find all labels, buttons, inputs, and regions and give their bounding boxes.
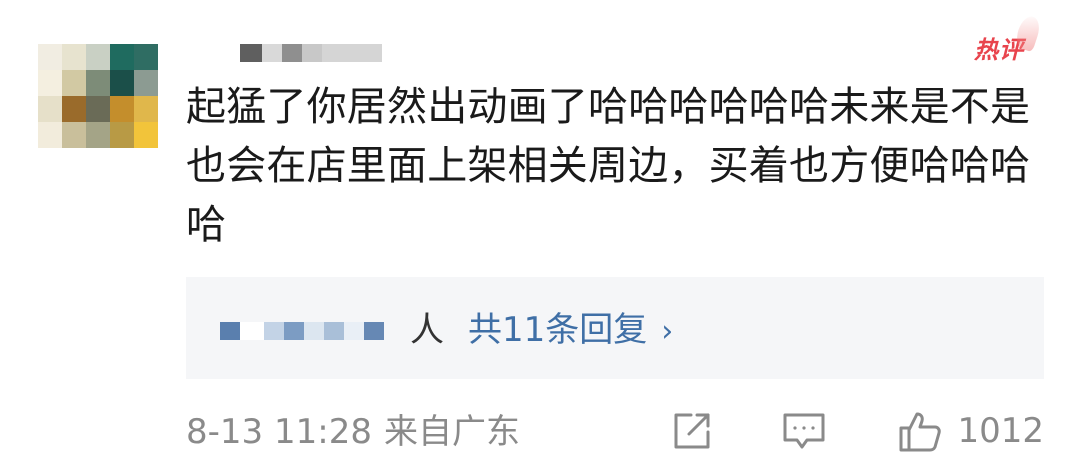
thumbs-up-icon [897, 408, 943, 454]
hot-badge: 热评 [974, 13, 1043, 65]
chevron-right-icon: › [661, 314, 674, 349]
comment-source: 来自广东 [383, 412, 520, 452]
comment-meta: 8-13 11:28 来自广东 [186, 410, 520, 454]
comment-card: 热评 起猛了你居然出动画了哈哈哈哈哈哈未来是不是也会在店里面上架相关周边，买着也… [0, 0, 1080, 462]
reply-users-suffix: 人 [410, 310, 444, 350]
share-button[interactable] [671, 410, 713, 452]
username[interactable] [240, 44, 382, 62]
reply-user-names [220, 321, 384, 341]
reply-button[interactable] [781, 410, 827, 452]
share-icon [671, 410, 713, 452]
comment-text: 起猛了你居然出动画了哈哈哈哈哈哈未来是不是也会在店里面上架相关周边，买着也方便哈… [186, 84, 1031, 248]
comment-actions: 1012 [671, 405, 1044, 457]
comment-time: 8-13 11:28 [186, 412, 372, 452]
avatar[interactable] [38, 44, 158, 148]
reply-summary[interactable]: 人 共11条回复 › [186, 277, 1044, 379]
view-replies-label: 共11条回复 [468, 310, 648, 350]
like-button[interactable]: 1012 [897, 408, 1044, 454]
like-count: 1012 [957, 411, 1044, 451]
comment-icon [781, 410, 827, 452]
view-replies-link[interactable]: 共11条回复 › [468, 307, 673, 355]
